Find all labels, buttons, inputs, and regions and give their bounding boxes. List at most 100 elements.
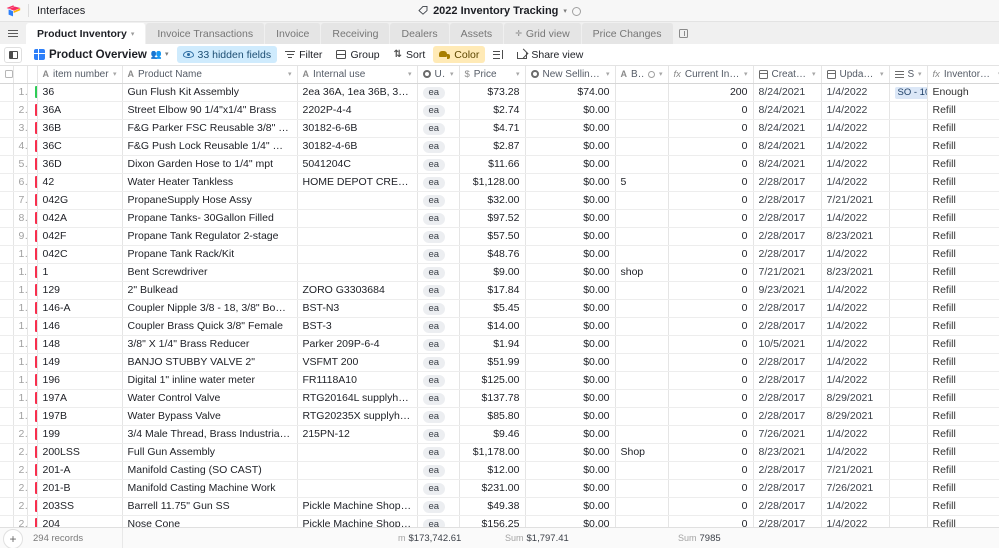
chevron-down-icon[interactable]: ▾ xyxy=(288,70,292,78)
cell-inventory-status[interactable]: Refill xyxy=(927,227,999,246)
cell-new-selling-price[interactable]: $0.00 xyxy=(525,101,616,120)
cell-current-inventory[interactable]: 0 xyxy=(668,101,754,120)
tab-dealers[interactable]: Dealers xyxy=(390,23,450,44)
hidden-fields-button[interactable]: 33 hidden fields xyxy=(176,46,278,63)
cell-created-date[interactable]: 2/28/2017 xyxy=(753,497,822,516)
cell-created-date[interactable]: 9/23/2021 xyxy=(753,281,822,300)
cell-product-name[interactable]: Digital 1" inline water meter xyxy=(122,371,298,390)
cell-inventory-status[interactable]: Refill xyxy=(927,173,999,192)
chevron-down-icon[interactable]: ▾ xyxy=(744,70,748,78)
cell-item-number[interactable]: 146-A xyxy=(37,299,123,318)
cell-current-inventory[interactable]: 0 xyxy=(668,515,754,527)
cell-updated-date[interactable]: 1/4/2022 xyxy=(821,209,890,228)
cell-current-inventory[interactable]: 200 xyxy=(668,83,754,102)
cell-product-name[interactable]: Manifold Casting Machine Work xyxy=(122,479,298,498)
table-row[interactable]: 1 36 Gun Flush Kit Assembly 2ea 36A, 1ea 36… xyxy=(0,83,999,102)
cell-price[interactable]: $1,128.00 xyxy=(459,173,526,192)
cell-inventory-status[interactable]: Refill xyxy=(927,155,999,174)
chevron-down-icon[interactable]: ▾ xyxy=(659,70,663,78)
sort-button[interactable]: ⇅ Sort xyxy=(388,46,432,63)
cell-price[interactable]: $11.66 xyxy=(459,155,526,174)
cell-units[interactable]: ea xyxy=(417,83,460,102)
cell-current-inventory[interactable]: 0 xyxy=(668,245,754,264)
cell-units[interactable]: ea xyxy=(417,425,460,444)
cell-created-date[interactable]: 2/28/2017 xyxy=(753,245,822,264)
share-view-button[interactable]: Share view xyxy=(511,46,589,63)
cell-price[interactable]: $97.52 xyxy=(459,209,526,228)
cell-internal-use[interactable]: 30182-6-6B xyxy=(297,119,418,138)
cell-internal-use[interactable]: 2202P-4-4 xyxy=(297,101,418,120)
row-checkbox[interactable] xyxy=(0,101,14,120)
cell-inventory-status[interactable]: Refill xyxy=(927,443,999,462)
cell-inventory-status[interactable]: Refill xyxy=(927,209,999,228)
cell-created-date[interactable]: 2/28/2017 xyxy=(753,299,822,318)
cell-updated-date[interactable]: 8/23/2021 xyxy=(821,263,890,282)
cell-current-inventory[interactable]: 0 xyxy=(668,425,754,444)
cell-inventory-status[interactable]: Refill xyxy=(927,389,999,408)
cell-bin[interactable] xyxy=(615,335,669,354)
cell-units[interactable]: ea xyxy=(417,173,460,192)
cell-so[interactable] xyxy=(889,479,928,498)
table-row[interactable]: 18 197AWater Control ValveRTG20164L suppl… xyxy=(0,389,999,408)
chevron-down-icon[interactable]: ▾ xyxy=(113,70,117,78)
table-row[interactable]: 6 42 Water Heater Tankless HOME DEPOT CREDI… xyxy=(0,173,999,192)
tab-receiving[interactable]: Receiving xyxy=(321,23,391,44)
filter-button[interactable]: Filter xyxy=(279,46,328,63)
cell-internal-use[interactable]: RTG20235X supplyhose.com xyxy=(297,407,418,426)
cell-units[interactable]: ea xyxy=(417,461,460,480)
cell-internal-use[interactable]: Parker 209P-6-4 xyxy=(297,335,418,354)
cell-product-name[interactable]: Water Heater Tankless xyxy=(122,173,298,192)
cell-new-selling-price[interactable]: $0.00 xyxy=(525,299,616,318)
row-checkbox[interactable] xyxy=(0,335,14,354)
chevron-down-icon[interactable]: ▾ xyxy=(606,70,610,78)
cell-so[interactable] xyxy=(889,119,928,138)
cell-new-selling-price[interactable]: $74.00 xyxy=(525,83,616,102)
cell-inventory-status[interactable]: Refill xyxy=(927,281,999,300)
cell-inventory-status[interactable]: Refill xyxy=(927,263,999,282)
cell-so[interactable] xyxy=(889,263,928,282)
cell-new-selling-price[interactable]: $0.00 xyxy=(525,371,616,390)
cell-units[interactable]: ea xyxy=(417,479,460,498)
cell-units[interactable]: ea xyxy=(417,209,460,228)
cell-inventory-status[interactable]: Refill xyxy=(927,515,999,527)
cell-item-number[interactable]: 129 xyxy=(37,281,123,300)
cell-updated-date[interactable]: 1/4/2022 xyxy=(821,137,890,156)
cell-inventory-status[interactable]: Enough xyxy=(927,83,999,102)
cell-product-name[interactable]: F&G Push Lock Reusable 1/4" mptx 3/8" Ho… xyxy=(122,137,298,156)
cell-internal-use[interactable]: RTG20164L supplyhouse.com xyxy=(297,389,418,408)
records-grid[interactable]: A item number ▾ A Product Name ▾ A Inter… xyxy=(0,66,999,527)
cell-product-name[interactable]: Street Elbow 90 1/4"x1/4" Brass xyxy=(122,101,298,120)
table-row[interactable]: 7 042G PropaneSupply Hose Assy ea $32.00 $0.0… xyxy=(0,191,999,210)
cell-updated-date[interactable]: 1/4/2022 xyxy=(821,245,890,264)
cell-bin[interactable] xyxy=(615,137,669,156)
cell-so[interactable] xyxy=(889,137,928,156)
cell-so[interactable]: SO - 10 xyxy=(889,83,928,102)
table-row[interactable]: 14 146Coupler Brass Quick 3/8" FemaleBST-… xyxy=(0,317,999,336)
table-row[interactable]: 13 146-ACoupler Nipple 3/8 - 18, 3/8" Bod… xyxy=(0,299,999,318)
cell-created-date[interactable]: 7/21/2021 xyxy=(753,263,822,282)
cell-internal-use[interactable] xyxy=(297,479,418,498)
cell-product-name[interactable]: Propane Tanks- 30Gallon Filled xyxy=(122,209,298,228)
cell-updated-date[interactable]: 1/4/2022 xyxy=(821,515,890,527)
tab-invoice-transactions[interactable]: Invoice Transactions xyxy=(146,23,266,44)
cell-bin[interactable] xyxy=(615,371,669,390)
cell-units[interactable]: ea xyxy=(417,389,460,408)
chevron-down-icon[interactable]: ▾ xyxy=(880,70,884,78)
add-tab-icon[interactable] xyxy=(674,23,694,44)
cell-created-date[interactable]: 8/24/2021 xyxy=(753,155,822,174)
cell-current-inventory[interactable]: 0 xyxy=(668,173,754,192)
cell-price[interactable]: $231.00 xyxy=(459,479,526,498)
cell-current-inventory[interactable]: 0 xyxy=(668,479,754,498)
cell-item-number[interactable]: 197A xyxy=(37,389,123,408)
cell-price[interactable]: $14.00 xyxy=(459,317,526,336)
cell-price[interactable]: $85.80 xyxy=(459,407,526,426)
cell-units[interactable]: ea xyxy=(417,317,460,336)
cell-units[interactable]: ea xyxy=(417,371,460,390)
chevron-down-icon[interactable]: ▾ xyxy=(165,51,169,58)
row-checkbox[interactable] xyxy=(0,371,14,390)
cell-current-inventory[interactable]: 0 xyxy=(668,353,754,372)
cell-current-inventory[interactable]: 0 xyxy=(668,155,754,174)
cell-so[interactable] xyxy=(889,371,928,390)
cell-updated-date[interactable]: 1/4/2022 xyxy=(821,335,890,354)
select-all-checkbox[interactable] xyxy=(0,66,14,84)
